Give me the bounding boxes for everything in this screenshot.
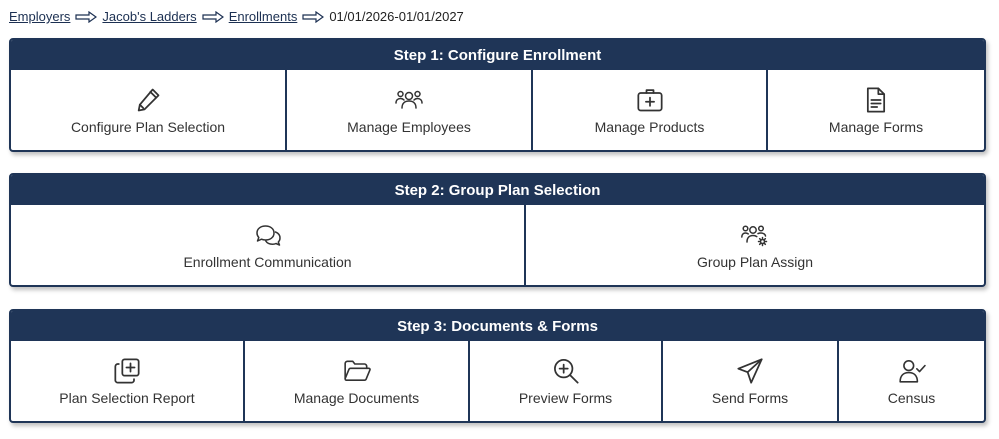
configure-plan-selection-tile[interactable]: Configure Plan Selection [11,70,287,150]
preview-forms-label: Preview Forms [518,390,613,406]
step1-title: Step 1: Configure Enrollment [11,40,984,70]
users-icon [394,85,424,115]
step3-panel: Step 3: Documents & Forms Plan Selection… [9,309,986,423]
plan-selection-report-label: Plan Selection Report [59,390,195,406]
census-tile[interactable]: Census [839,341,984,421]
breadcrumb-current: 01/01/2026-01/01/2027 [329,9,464,24]
send-forms-label: Send Forms [711,390,789,406]
preview-forms-tile[interactable]: Preview Forms [470,341,663,421]
send-forms-tile[interactable]: Send Forms [663,341,839,421]
copy-plus-icon [112,356,142,386]
arrow-right-icon [301,10,325,24]
census-label: Census [887,390,936,406]
manage-products-tile[interactable]: Manage Products [533,70,768,150]
group-plan-assign-tile[interactable]: Group Plan Assign [526,205,984,285]
manage-employees-label: Manage Employees [347,119,471,135]
medical-kit-icon [635,85,665,115]
folder-open-icon [342,356,372,386]
manage-documents-tile[interactable]: Manage Documents [245,341,470,421]
breadcrumb-enrollments-link[interactable]: Enrollments [229,9,298,24]
chat-bubbles-icon [253,220,283,250]
step2-panel: Step 2: Group Plan Selection Enrollment … [9,173,986,287]
step2-title: Step 2: Group Plan Selection [11,175,984,205]
breadcrumb-employers-link[interactable]: Employers [9,9,70,24]
step3-title: Step 3: Documents & Forms [11,311,984,341]
document-icon [861,85,891,115]
arrow-right-icon [201,10,225,24]
manage-forms-tile[interactable]: Manage Forms [768,70,984,150]
manage-products-label: Manage Products [594,119,705,135]
enrollment-communication-tile[interactable]: Enrollment Communication [11,205,526,285]
plan-selection-report-tile[interactable]: Plan Selection Report [11,341,245,421]
users-gear-icon [740,220,770,250]
enrollment-communication-label: Enrollment Communication [183,254,352,270]
arrow-right-icon [74,10,98,24]
manage-employees-tile[interactable]: Manage Employees [287,70,533,150]
configure-plan-selection-label: Configure Plan Selection [70,119,226,135]
user-check-icon [897,356,927,386]
breadcrumb: Employers Jacob's Ladders Enrollments 01… [9,9,464,24]
zoom-in-icon [551,356,581,386]
pencil-icon [133,85,163,115]
manage-forms-label: Manage Forms [828,119,924,135]
breadcrumb-employer-link[interactable]: Jacob's Ladders [102,9,196,24]
paper-plane-icon [735,356,765,386]
manage-documents-label: Manage Documents [293,390,420,406]
step1-panel: Step 1: Configure Enrollment Configure P… [9,38,986,152]
group-plan-assign-label: Group Plan Assign [697,254,813,270]
